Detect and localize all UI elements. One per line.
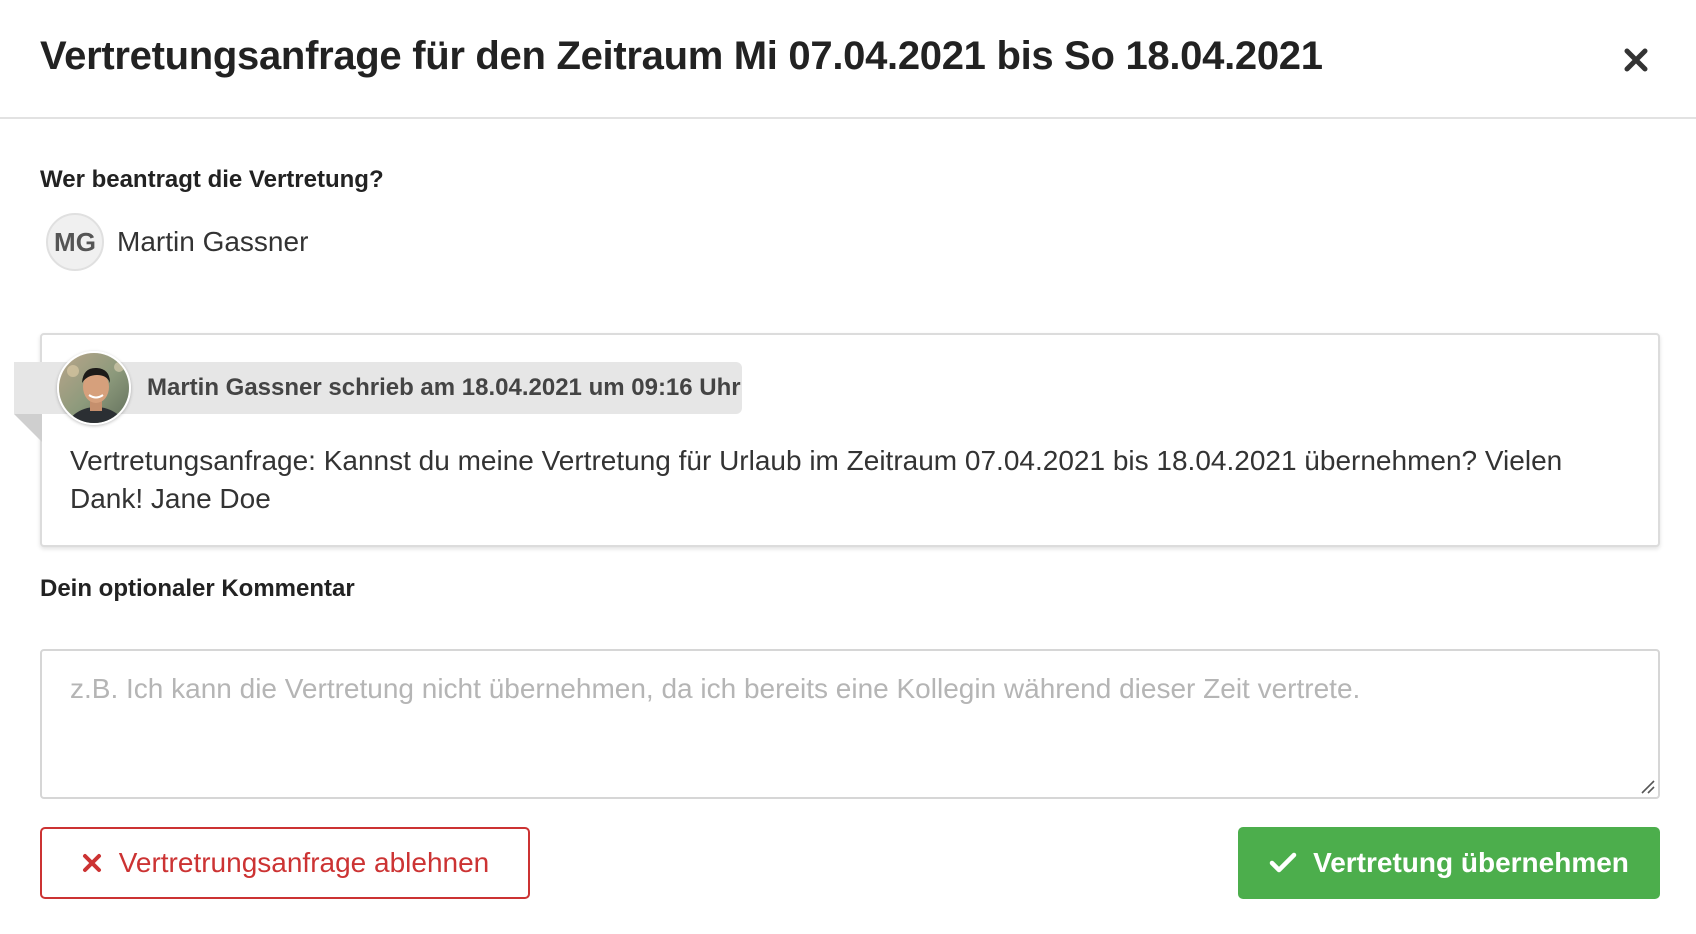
modal-title: Vertretungsanfrage für den Zeitraum Mi 0… xyxy=(40,34,1323,78)
x-icon xyxy=(81,852,103,874)
accept-button-label: Vertretung übernehmen xyxy=(1313,847,1629,878)
comment-textarea[interactable] xyxy=(40,649,1660,799)
check-icon xyxy=(1269,851,1297,875)
message-meta: Martin Gassner schrieb am 18.04.2021 um … xyxy=(147,374,741,401)
close-icon xyxy=(1624,48,1648,72)
user-photo-avatar xyxy=(57,351,131,425)
message-body: Vertretungsanfrage: Kannst du meine Vert… xyxy=(70,445,1563,514)
comment-label: Dein optionaler Kommentar xyxy=(40,575,355,602)
ribbon-fold xyxy=(14,414,42,442)
requester: MG Martin Gassner xyxy=(46,212,308,272)
resize-handle-icon[interactable] xyxy=(1638,777,1656,795)
reject-request-button[interactable]: Vertretrungsanfrage ablehnen xyxy=(40,827,530,899)
requester-name: Martin Gassner xyxy=(117,226,309,257)
avatar: MG xyxy=(46,213,104,271)
modal-header: Vertretungsanfrage für den Zeitraum Mi 0… xyxy=(0,0,1696,119)
close-button[interactable] xyxy=(1618,42,1654,78)
requester-section-label: Wer beantragt die Vertretung? xyxy=(40,166,384,193)
accept-substitution-button[interactable]: Vertretung übernehmen xyxy=(1238,827,1660,899)
reject-button-label: Vertretrungsanfrage ablehnen xyxy=(118,847,490,878)
